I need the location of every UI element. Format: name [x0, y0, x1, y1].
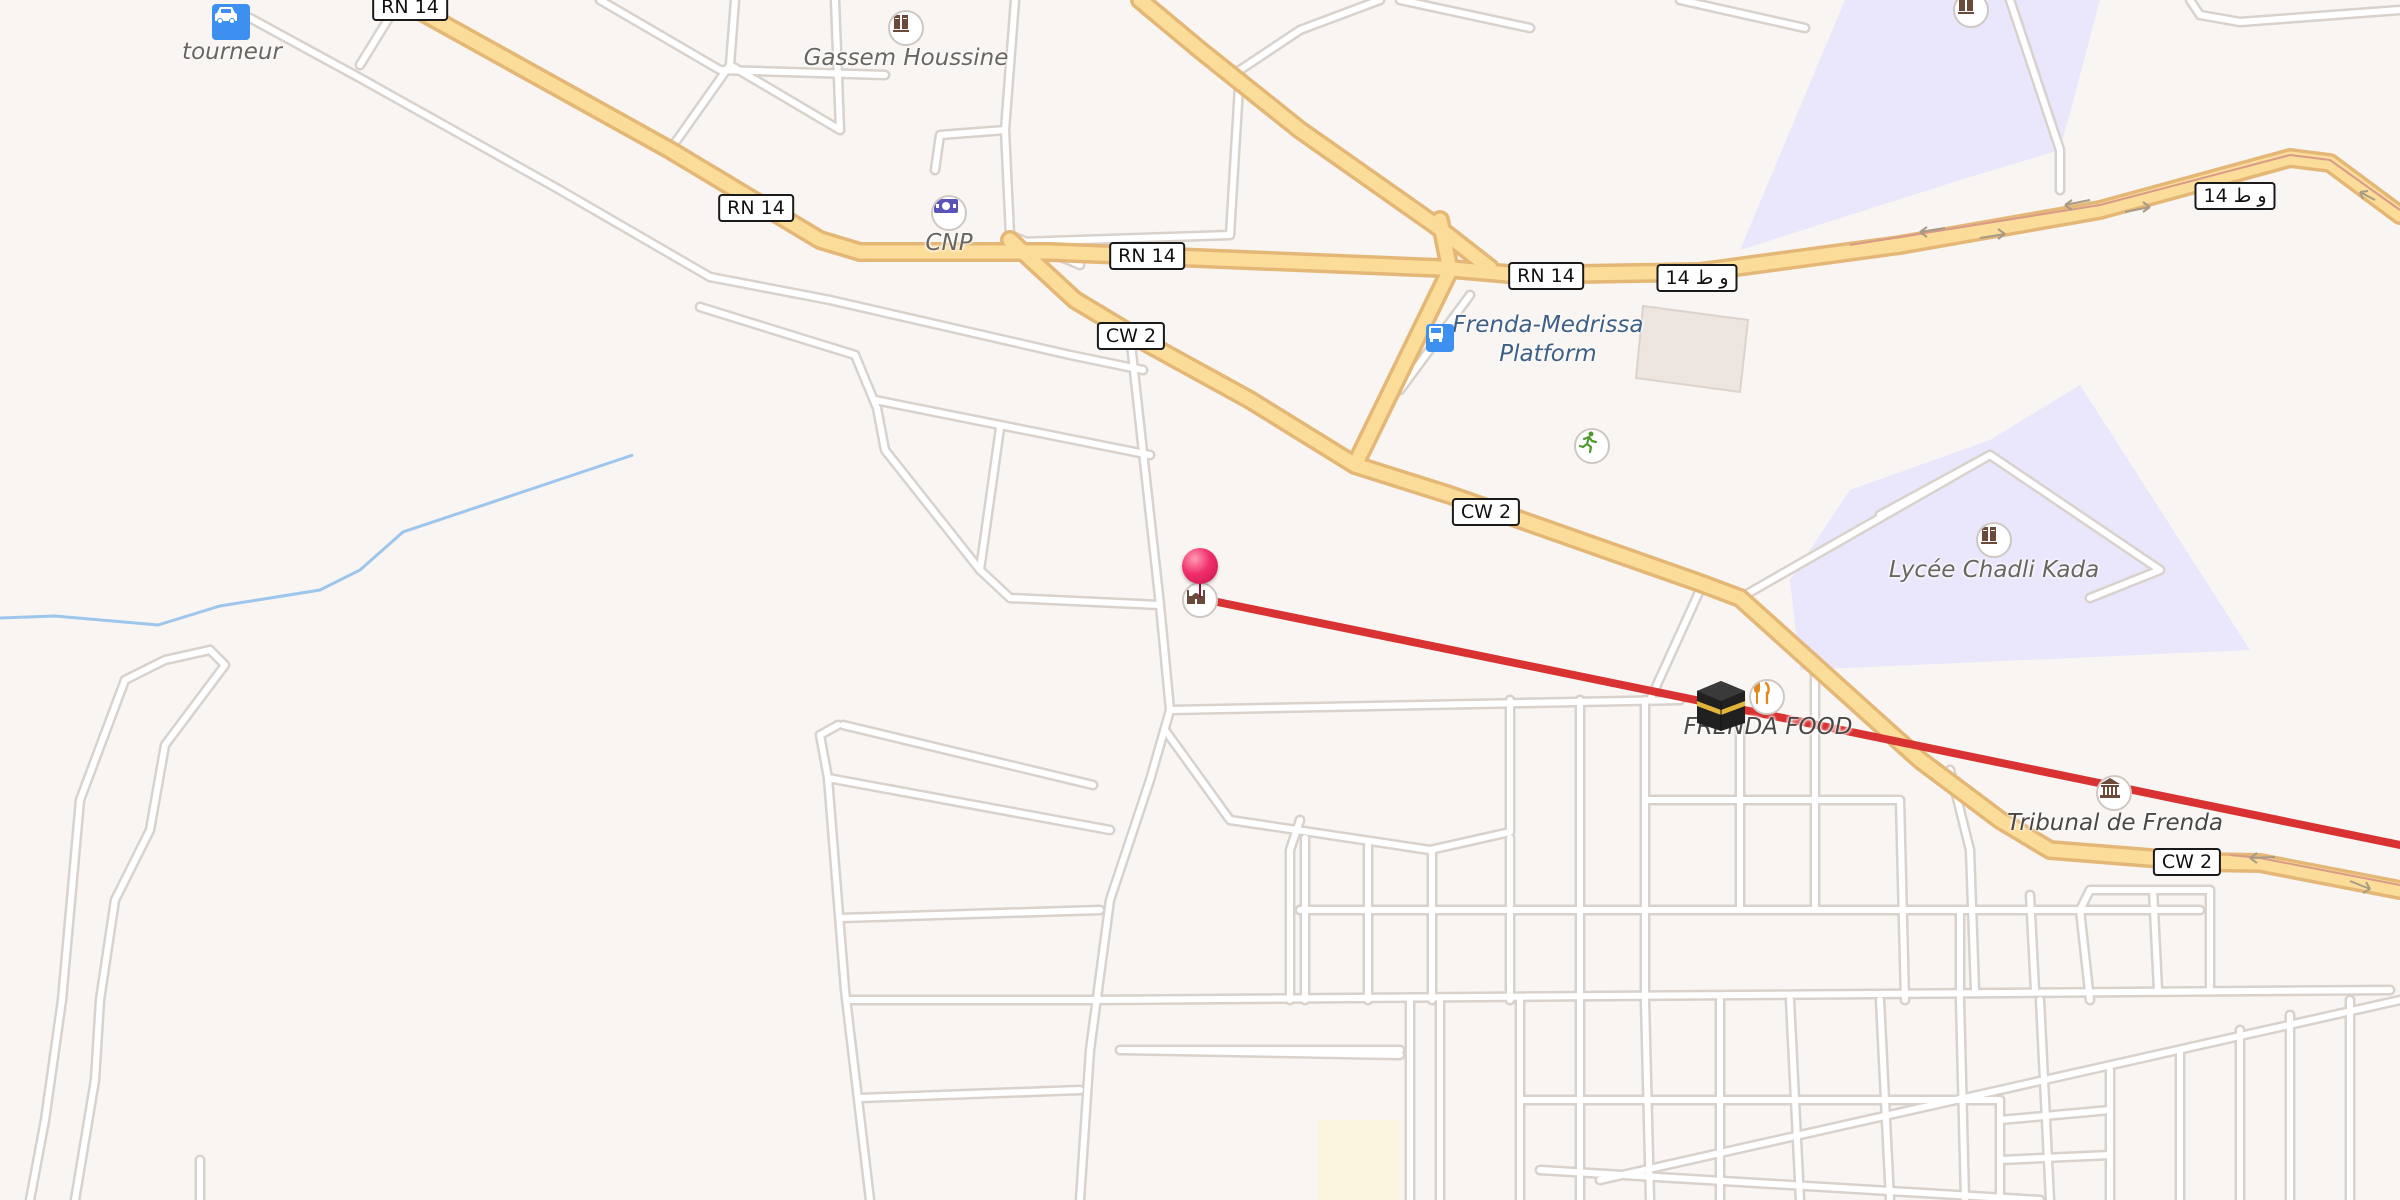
map-view[interactable]: RN 14 RN 14 RN 14 RN 14 14 و ط 14 و ط CW… — [0, 0, 2400, 1200]
courthouse-icon[interactable] — [2096, 775, 2132, 811]
place-label-cnp[interactable]: CNP — [925, 230, 972, 256]
road-shield-rn14: RN 14 — [1109, 242, 1185, 270]
road-shield-rn14: RN 14 — [1508, 262, 1584, 290]
kaaba-icon[interactable] — [1693, 677, 1749, 733]
road-shield-cw2: CW 2 — [1096, 322, 1166, 350]
bus-icon[interactable] — [1426, 324, 1454, 352]
road-shield-cw2: CW 2 — [1451, 498, 1521, 526]
school-icon[interactable] — [1976, 522, 2012, 558]
road-shield-cw2: CW 2 — [2152, 848, 2222, 876]
location-pin-icon[interactable] — [1182, 548, 1218, 584]
place-label-lycee-chadli-kada[interactable]: Lycée Chadli Kada — [1889, 557, 2099, 583]
stream — [0, 453, 634, 627]
platform-label-line2: Platform — [1499, 341, 1597, 367]
car-icon[interactable] — [212, 4, 250, 40]
school-icon[interactable] — [888, 10, 924, 46]
running-icon[interactable] — [1574, 428, 1610, 464]
road-shield-arabic-14: 14 و ط — [2194, 182, 2276, 210]
platform-label-line1: Frenda-Medrissa — [1452, 312, 1644, 338]
pin-stem — [1199, 582, 1201, 598]
road-shield-arabic-14: 14 و ط — [1656, 264, 1738, 292]
road-shield-rn14: RN 14 — [718, 194, 794, 222]
building — [1634, 304, 1750, 394]
road-shield-rn14: RN 14 — [372, 0, 448, 21]
fork-knife-icon[interactable] — [1749, 679, 1785, 715]
money-icon[interactable] — [931, 195, 967, 231]
place-label-tribunal-de-frenda[interactable]: Tribunal de Frenda — [2007, 810, 2223, 836]
yellow-lot — [1318, 1120, 1400, 1200]
place-label-tourneur[interactable]: tourneur — [182, 39, 282, 65]
place-label-gassem-houssine[interactable]: Gassem Houssine — [804, 45, 1009, 71]
place-label-frenda-medrissa[interactable]: Frenda-Medrissa Platform — [1453, 311, 1644, 369]
